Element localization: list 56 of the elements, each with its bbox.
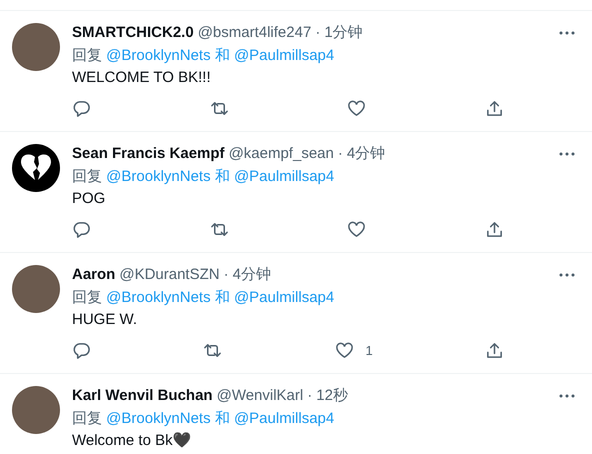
retweet-button[interactable] <box>210 99 229 118</box>
avatar-photo[interactable] <box>12 386 60 434</box>
heart-icon <box>347 220 366 239</box>
tweet-text: HUGE W. <box>72 311 138 329</box>
user-handle[interactable]: @kaempf_sean <box>228 144 334 164</box>
separator-dot: · <box>338 144 343 164</box>
retweet-button[interactable] <box>210 220 229 239</box>
user-name[interactable]: Sean Francis Kaempf <box>72 144 225 164</box>
share-button[interactable] <box>484 220 504 239</box>
retweet-icon <box>210 99 229 118</box>
user-name[interactable]: Aaron <box>72 265 116 285</box>
user-handle[interactable]: @WenvilKarl <box>216 386 304 406</box>
like-button[interactable] <box>347 220 366 239</box>
reply-label: 回复 <box>72 168 102 185</box>
heart-icon <box>334 341 354 360</box>
speech-bubble-icon <box>72 220 91 239</box>
like-button[interactable] <box>347 99 366 118</box>
share-icon <box>484 220 504 239</box>
reply-label: 回复 <box>72 47 102 64</box>
avatar-logo[interactable] <box>12 144 60 192</box>
reply-button[interactable] <box>72 341 91 360</box>
tweet-time[interactable]: 1分钟 <box>324 23 363 43</box>
reply-label: 回复 <box>72 410 102 427</box>
share-button[interactable] <box>484 99 504 118</box>
tweet-text: WELCOME TO BK!!! <box>72 69 212 87</box>
retweet-icon <box>203 341 222 360</box>
share-icon <box>484 99 504 118</box>
retweet-icon <box>210 220 229 239</box>
separator-dot: · <box>224 265 229 285</box>
tweet-time[interactable]: 4分钟 <box>232 265 271 285</box>
joiner-text: 和 <box>214 168 230 185</box>
user-name[interactable]: Karl Wenvil Buchan <box>72 386 213 406</box>
user-handle[interactable]: @bsmart4life247 <box>198 23 312 43</box>
joiner-text: 和 <box>214 289 230 306</box>
tweet-time[interactable]: 12秒 <box>316 386 348 406</box>
user-handle[interactable]: @KDurantSZN <box>119 265 220 285</box>
avatar-photo[interactable] <box>12 265 60 313</box>
tweet-text: Welcome to Bk🖤 <box>72 432 193 450</box>
reply-button[interactable] <box>72 220 91 239</box>
speech-bubble-icon <box>72 99 91 118</box>
retweet-button[interactable] <box>203 341 222 360</box>
share-button[interactable] <box>484 341 504 360</box>
avatar-photo[interactable] <box>12 23 60 71</box>
user-name[interactable]: SMARTCHICK2.0 <box>72 23 194 43</box>
speech-bubble-icon <box>72 341 91 360</box>
share-icon <box>484 341 504 360</box>
separator-dot: · <box>315 23 320 43</box>
heart-icon <box>347 99 366 118</box>
joiner-text: 和 <box>214 410 230 427</box>
like-button[interactable]: 1 <box>334 341 373 360</box>
reply-label: 回复 <box>72 289 102 306</box>
separator-dot: · <box>307 386 312 406</box>
joiner-text: 和 <box>214 47 230 64</box>
reply-button[interactable] <box>72 99 91 118</box>
tweet-time[interactable]: 4分钟 <box>346 144 386 164</box>
tweet-text: POG <box>72 190 106 208</box>
